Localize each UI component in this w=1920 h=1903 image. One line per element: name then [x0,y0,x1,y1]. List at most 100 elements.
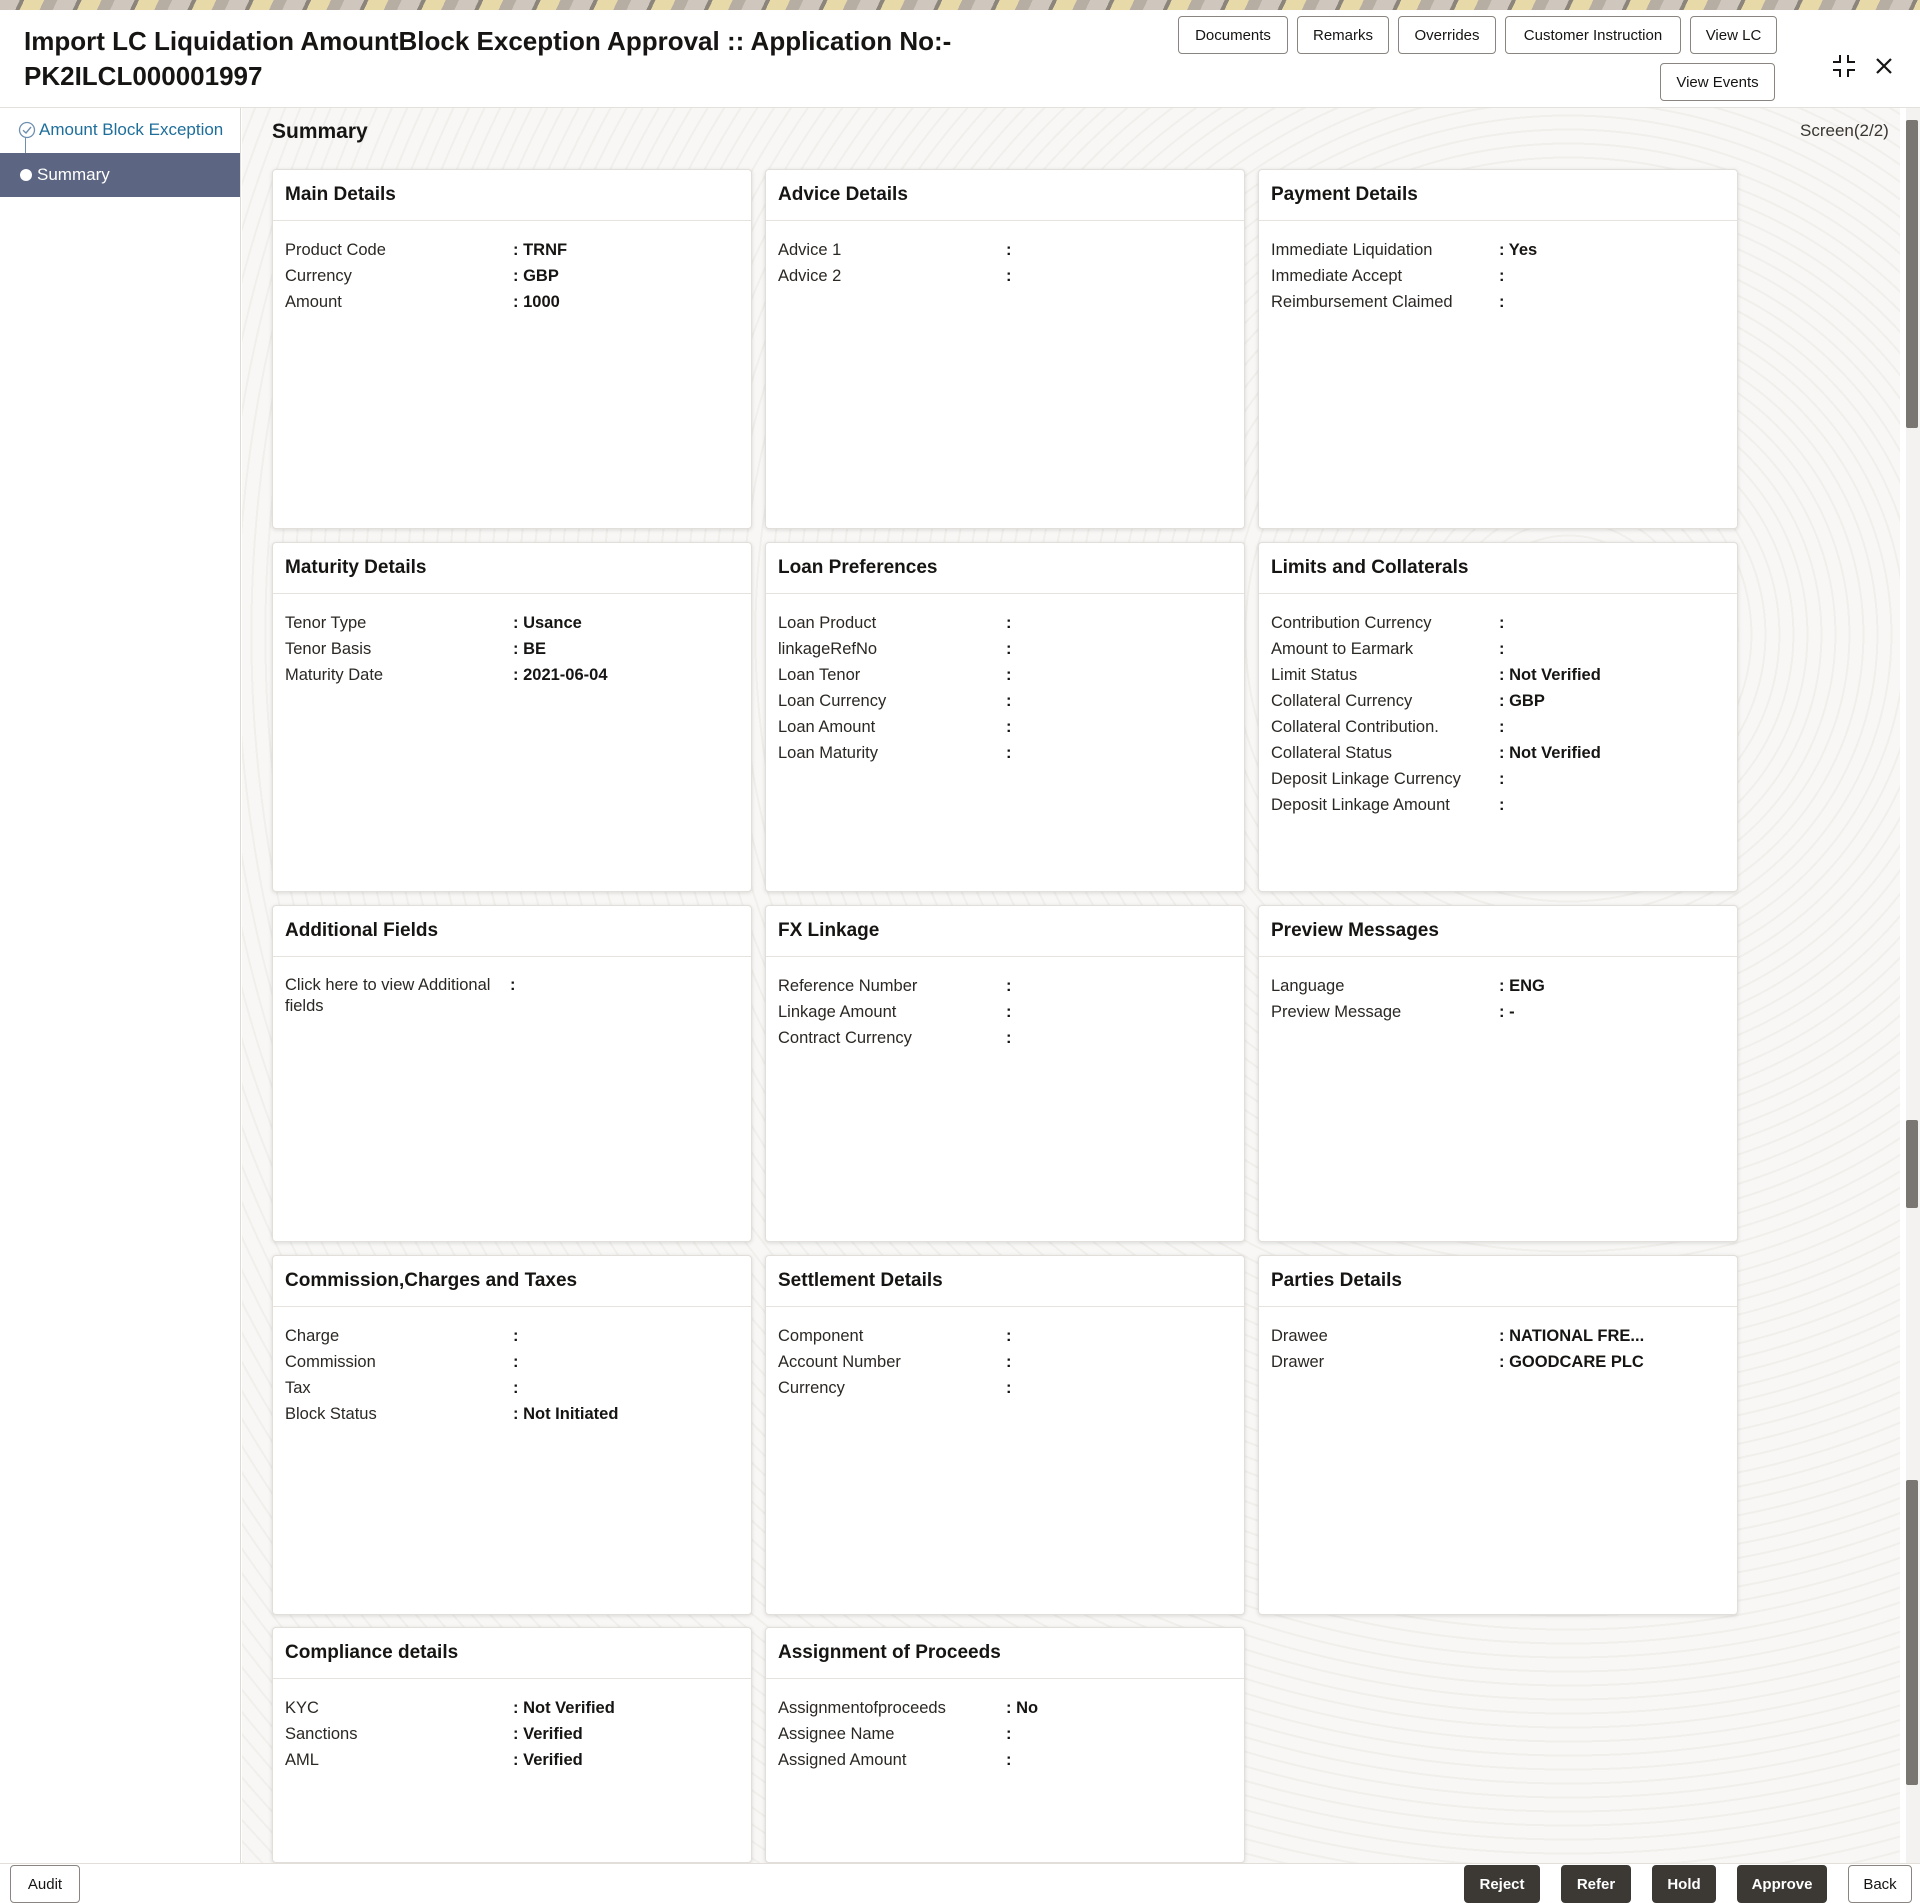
field-label: Assigned Amount [778,1751,907,1769]
field-label: Loan Amount [778,718,876,736]
field-value: GBP [1499,688,1545,714]
view-lc-button[interactable]: View LC [1690,16,1777,54]
field-label: Component [778,1327,864,1345]
field-value [1006,714,1012,740]
view-events-button[interactable]: View Events [1660,63,1775,101]
assignment-proceeds-card: Assignment of Proceeds Assignmentofproce… [765,1627,1245,1863]
field-label: AML [285,1751,319,1769]
card-title: Loan Preferences [766,543,1244,594]
scrollbar-thumb[interactable] [1906,120,1918,428]
sidebar-item-label: Amount Block Exception [39,120,224,139]
field-value [1499,610,1505,636]
field-label: Advice 2 [778,267,842,285]
detail-row: Tax [285,1375,739,1401]
detail-row: Collateral Currency GBP [1271,688,1725,714]
sidebar-item-amount-block-exception[interactable]: Amount Block Exception [0,108,240,152]
audit-button[interactable]: Audit [10,1865,80,1903]
back-button[interactable]: Back [1848,1865,1912,1903]
field-value: Verified [513,1747,583,1773]
field-label: Tenor Type [285,614,367,632]
field-label: Loan Maturity [778,744,878,762]
detail-row: Advice 1 [778,237,1232,263]
settlement-details-card: Settlement Details Component Account Num… [765,1255,1245,1615]
detail-row: Assignee Name [778,1721,1232,1747]
collapse-icon[interactable] [1826,48,1862,84]
detail-row: Limit Status Not Verified [1271,662,1725,688]
card-title: FX Linkage [766,906,1244,957]
field-label: Language [1271,977,1345,995]
detail-row: Loan Product [778,610,1232,636]
close-icon[interactable] [1866,48,1902,84]
sidebar-item-summary[interactable]: Summary [0,153,240,197]
page-title-line1: Import LC Liquidation AmountBlock Except… [24,26,952,56]
remarks-button[interactable]: Remarks [1297,16,1389,54]
card-body: Language ENG Preview Message - [1259,957,1737,1025]
scrollbar-thumb-tertiary[interactable] [1906,1480,1918,1785]
maturity-details-card: Maturity Details Tenor Type Usance Tenor … [272,542,752,892]
card-body: Tenor Type Usance Tenor Basis BE Maturity … [273,594,751,688]
card-title: Limits and Collaterals [1259,543,1737,594]
card-body: Advice 1 Advice 2 [766,221,1244,289]
commission-charges-card: Commission,Charges and Taxes Charge Comm… [272,1255,752,1615]
field-value: NATIONAL FRE... [1499,1323,1644,1349]
field-label: KYC [285,1699,319,1717]
field-label: Linkage Amount [778,1003,897,1021]
field-value [1006,1721,1012,1747]
page-title: Import LC Liquidation AmountBlock Except… [24,24,1084,94]
detail-row: Reimbursement Claimed [1271,289,1725,315]
detail-row: Drawer GOODCARE PLC [1271,1349,1725,1375]
card-title: Commission,Charges and Taxes [273,1256,751,1307]
overrides-button[interactable]: Overrides [1398,16,1496,54]
card-title: Parties Details [1259,1256,1737,1307]
detail-row: Commission [285,1349,739,1375]
card-body: Component Account Number Currency [766,1307,1244,1401]
payment-details-card: Payment Details Immediate Liquidation Yes… [1258,169,1738,529]
field-label: Commission [285,1353,376,1371]
detail-row: Linkage Amount [778,999,1232,1025]
card-body: Reference Number Linkage Amount Contract… [766,957,1244,1051]
hold-button[interactable]: Hold [1652,1865,1716,1903]
field-label: Amount to Earmark [1271,640,1414,658]
field-value[interactable]: - [1499,999,1515,1025]
detail-row: Product Code TRNF [285,237,739,263]
approve-button[interactable]: Approve [1737,1865,1827,1903]
scrollbar-thumb-secondary[interactable] [1906,1120,1918,1208]
field-label: Contract Currency [778,1029,912,1047]
customer-instruction-button[interactable]: Customer Instruction [1505,16,1681,54]
field-value [1006,610,1012,636]
detail-row: Account Number [778,1349,1232,1375]
field-label: Amount [285,293,342,311]
card-body: Contribution Currency Amount to Earmark … [1259,594,1737,818]
reject-button[interactable]: Reject [1464,1865,1540,1903]
card-body: Loan Product linkageRefNo Loan Tenor Loa… [766,594,1244,766]
field-value: TRNF [513,237,567,263]
detail-row: Collateral Contribution. [1271,714,1725,740]
field-value [1499,714,1505,740]
field-value: Yes [1499,237,1537,263]
field-label: Loan Tenor [778,666,861,684]
parties-details-card: Parties Details Drawee NATIONAL FRE... Dr… [1258,1255,1738,1615]
card-title: Payment Details [1259,170,1737,221]
field-value: Not Initiated [513,1401,618,1427]
sidebar-item-label: Summary [37,165,110,184]
field-label: Collateral Contribution. [1271,718,1439,736]
detail-row: Contribution Currency [1271,610,1725,636]
card-title: Additional Fields [273,906,751,957]
detail-row: Deposit Linkage Amount [1271,792,1725,818]
field-label: Tax [285,1379,311,1397]
top-banner-strip [0,0,1920,10]
refer-button[interactable]: Refer [1561,1865,1631,1903]
screen-indicator: Screen(2/2) [1800,121,1889,140]
field-value [1006,237,1012,263]
field-label: Deposit Linkage Currency [1271,770,1461,788]
card-body: Immediate Liquidation Yes Immediate Accep… [1259,221,1737,315]
field-value [1499,263,1505,289]
documents-button[interactable]: Documents [1178,16,1288,54]
additional-fields-link[interactable]: Click here to view Additional fields [285,975,510,1017]
field-value [1006,1349,1012,1375]
field-label: Assignmentofproceeds [778,1699,946,1717]
card-title: Compliance details [273,1628,751,1679]
detail-row: Loan Amount [778,714,1232,740]
card-title: Advice Details [766,170,1244,221]
field-value [1006,688,1012,714]
